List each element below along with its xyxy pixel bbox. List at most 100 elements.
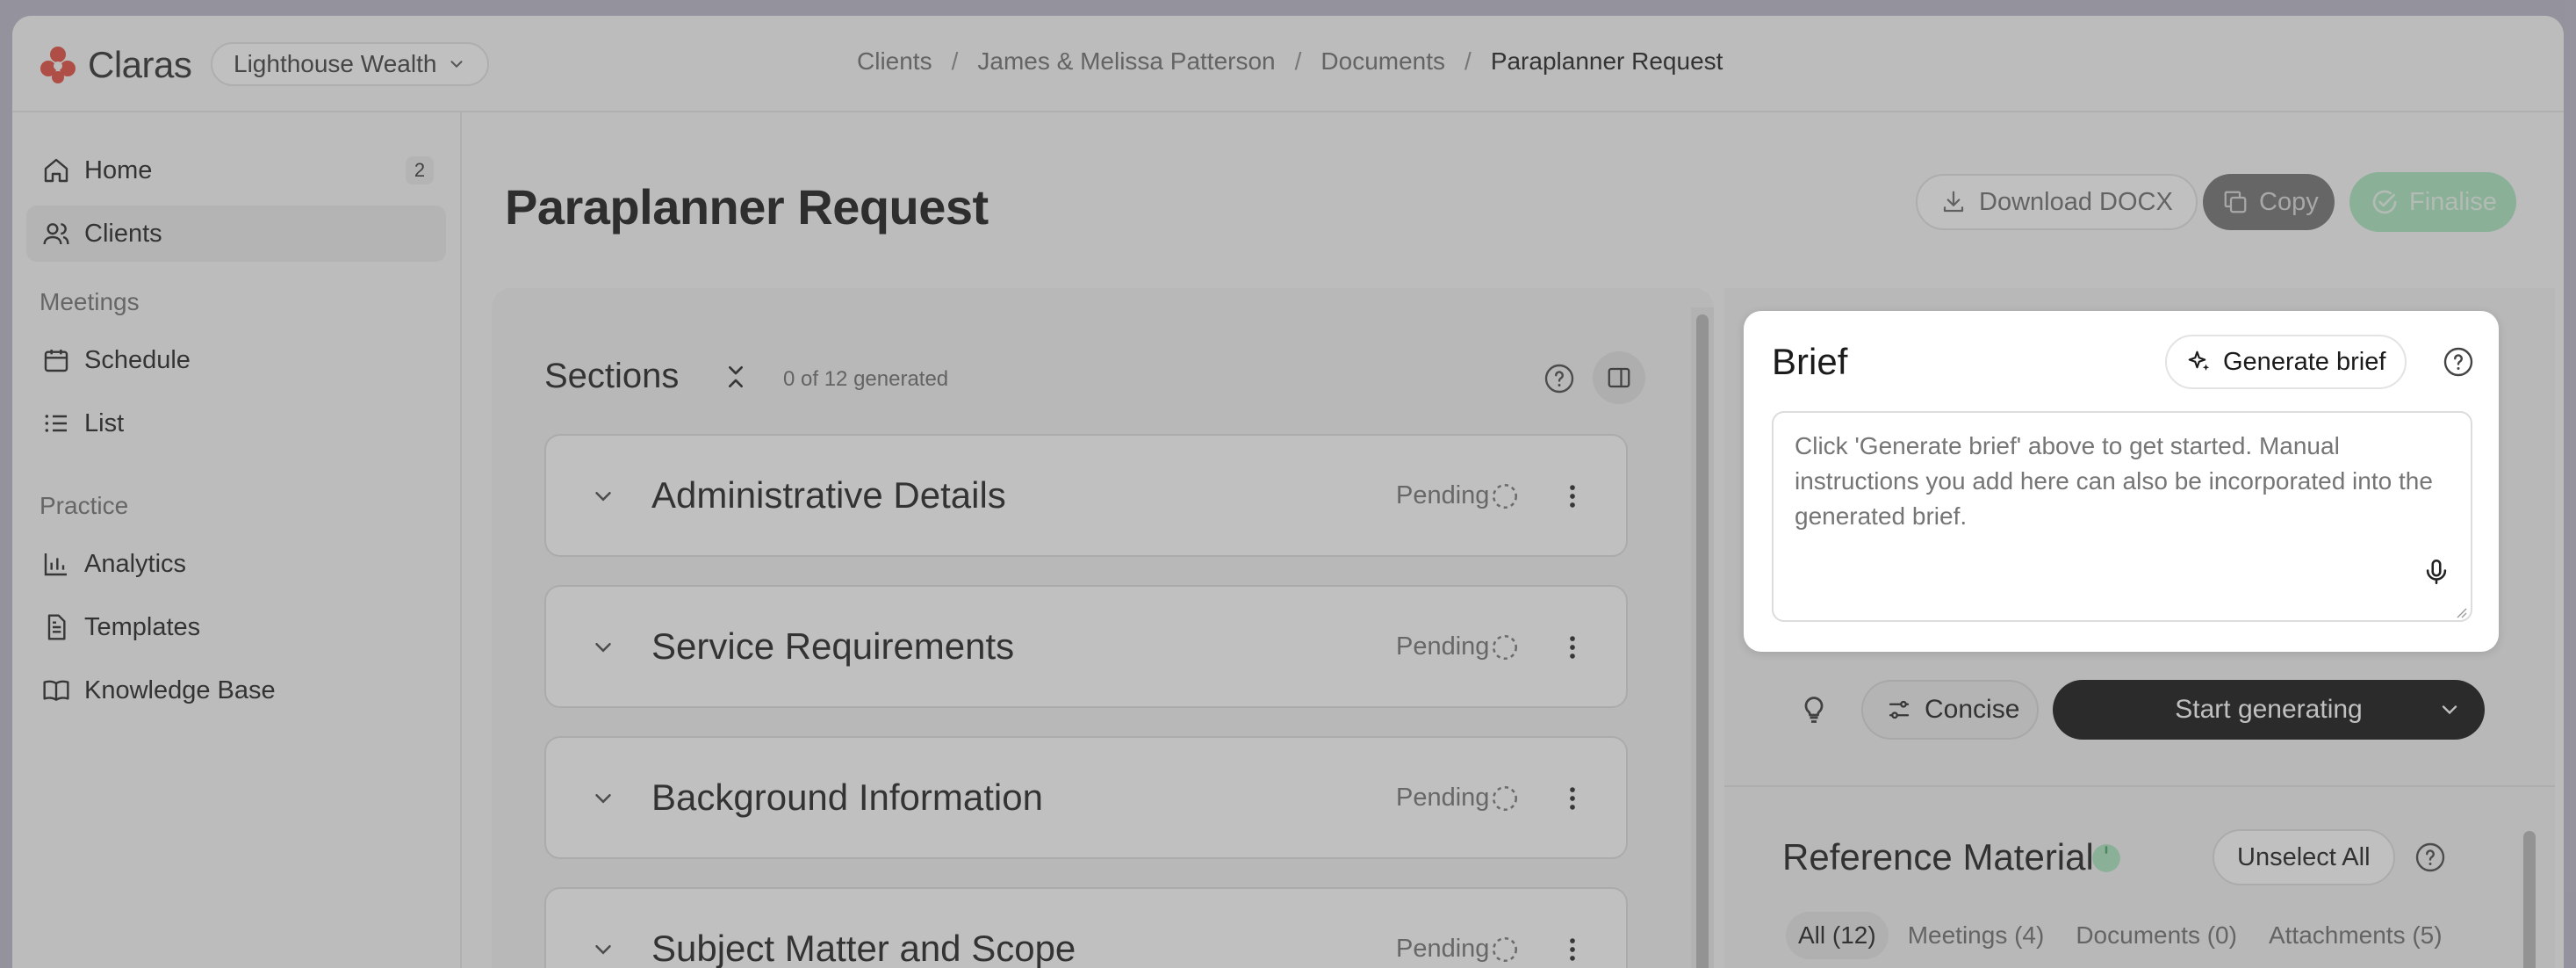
start-generating-label: Start generating	[2175, 695, 2363, 724]
microphone-icon[interactable]	[2421, 557, 2451, 587]
chevron-down-icon	[450, 61, 463, 69]
users-icon	[43, 223, 69, 245]
sparkle-icon	[2188, 350, 2210, 371]
book-icon	[43, 680, 69, 701]
sidebar-item-label: Clients	[84, 219, 162, 248]
unselect-all-button[interactable]: Unselect All	[2213, 829, 2395, 885]
sidebar-item-knowledge-base[interactable]: Knowledge Base	[26, 662, 446, 719]
breadcrumb-client-name[interactable]: James & Melissa Patterson	[977, 47, 1275, 76]
breadcrumb-documents[interactable]: Documents	[1320, 47, 1445, 76]
more-options-icon[interactable]	[1558, 784, 1587, 813]
section-name: Administrative Details	[651, 474, 1006, 516]
finalise-button[interactable]: Finalise	[2349, 172, 2516, 232]
breadcrumb-separator: /	[1464, 47, 1471, 75]
sidebar-panel-icon	[1608, 367, 1630, 388]
home-icon	[44, 158, 68, 183]
section-name: Subject Matter and Scope	[651, 928, 1076, 968]
pending-spinner-icon	[1492, 785, 1518, 812]
pending-spinner-icon	[1492, 483, 1518, 509]
section-card[interactable]: Administrative Details Pending	[544, 434, 1628, 557]
breadcrumb-separator: /	[1294, 47, 1302, 75]
sidebar-item-label: Analytics	[84, 549, 187, 578]
breadcrumb-clients[interactable]: Clients	[857, 47, 932, 76]
concise-button[interactable]: Concise	[1861, 680, 2039, 740]
logo[interactable]: Claras	[39, 44, 192, 86]
chevron-down-icon[interactable]	[590, 634, 616, 661]
brief-textarea[interactable]	[1772, 411, 2472, 622]
divider	[1724, 785, 2555, 787]
sidebar-item-label: List	[84, 408, 125, 437]
org-selector[interactable]: Lighthouse Wealth	[211, 42, 490, 86]
notification-badge: 2	[406, 156, 434, 184]
sidebar-item-label: Home	[84, 155, 153, 184]
claras-logo-icon	[40, 47, 76, 83]
tab-attachments[interactable]: Attachments (5)	[2256, 912, 2455, 959]
chevron-down-icon[interactable]	[2437, 697, 2462, 722]
more-options-icon[interactable]	[1558, 935, 1587, 964]
list-icon	[45, 415, 67, 432]
resize-grip-icon[interactable]	[2453, 604, 2467, 618]
download-docx-label: Download DOCX	[1979, 187, 2173, 216]
pending-spinner-icon	[1492, 936, 1518, 963]
download-docx-button[interactable]: Download DOCX	[1916, 174, 2198, 230]
section-card[interactable]: Service Requirements Pending	[544, 585, 1628, 708]
breadcrumb: Clients / James & Melissa Patterson / Do…	[857, 47, 1723, 76]
sidebar-item-schedule[interactable]: Schedule	[26, 332, 446, 388]
pending-spinner-icon	[1492, 634, 1518, 661]
generate-brief-label: Generate brief	[2223, 347, 2386, 376]
collapse-all-icon[interactable]	[722, 363, 750, 391]
finalise-label: Finalise	[2409, 187, 2497, 216]
chevron-down-icon[interactable]	[590, 785, 616, 812]
sidebar-item-clients[interactable]: Clients	[26, 206, 446, 262]
sidebar-item-analytics[interactable]: Analytics	[26, 536, 446, 592]
sections-panel: Sections 0 of 12 generated Administrativ…	[492, 288, 1714, 968]
sidebar-group-practice: Practice	[40, 492, 129, 519]
bar-chart-icon	[44, 553, 67, 576]
scrollbar-thumb[interactable]	[1696, 314, 1709, 968]
section-status: Pending	[1396, 632, 1490, 661]
concise-label: Concise	[1925, 695, 2020, 724]
page-title: Paraplanner Request	[505, 179, 989, 235]
chevron-down-icon[interactable]	[590, 936, 616, 963]
section-status: Pending	[1396, 481, 1490, 509]
section-name: Service Requirements	[651, 625, 1015, 667]
help-icon[interactable]	[2414, 842, 2446, 873]
sidebar-item-label: Knowledge Base	[84, 675, 276, 704]
panel-toggle-button[interactable]	[1593, 351, 1645, 404]
help-icon[interactable]	[2443, 346, 2474, 378]
tab-documents[interactable]: Documents (0)	[2063, 912, 2249, 959]
reference-scrollbar[interactable]	[2523, 831, 2536, 968]
top-bar: Claras Lighthouse Wealth Clients / James…	[12, 16, 2564, 112]
sidebar-item-templates[interactable]: Templates	[26, 599, 446, 655]
more-options-icon[interactable]	[1558, 632, 1587, 662]
document-icon	[47, 614, 66, 640]
calendar-icon	[44, 350, 68, 372]
copy-button[interactable]: Copy	[2203, 174, 2335, 230]
section-card[interactable]: Background Information Pending	[544, 736, 1628, 859]
sidebar-item-list[interactable]: List	[26, 395, 446, 451]
sidebar-item-label: Templates	[84, 612, 201, 641]
chevron-down-icon[interactable]	[590, 483, 616, 509]
logo-text: Claras	[88, 44, 192, 85]
sliders-icon	[1889, 700, 1910, 719]
more-options-icon[interactable]	[1558, 481, 1587, 511]
sidebar-group-meetings: Meetings	[40, 288, 140, 315]
sidebar-item-label: Schedule	[84, 345, 191, 374]
section-card[interactable]: Subject Matter and Scope Pending	[544, 887, 1628, 968]
section-status: Pending	[1396, 784, 1490, 812]
sidebar-item-home[interactable]: Home 2	[26, 142, 446, 199]
section-name: Background Information	[651, 777, 1043, 818]
start-generating-button[interactable]: Start generating	[2053, 680, 2485, 740]
copy-label: Copy	[2259, 187, 2319, 216]
check-circle-icon	[2372, 190, 2397, 214]
sections-title: Sections	[544, 357, 680, 395]
sidebar: Home 2 Clients Meetings Schedule List Pr…	[12, 112, 462, 968]
tab-all[interactable]: All (12)	[1786, 912, 1889, 959]
lightbulb-icon[interactable]	[1798, 694, 1830, 726]
section-status: Pending	[1396, 935, 1490, 963]
copy-icon	[2224, 191, 2247, 213]
tab-meetings[interactable]: Meetings (4)	[1896, 912, 2057, 959]
help-icon[interactable]	[1543, 363, 1575, 394]
generate-brief-button[interactable]: Generate brief	[2165, 335, 2407, 389]
reference-material-title: Reference Material	[1782, 836, 2094, 878]
